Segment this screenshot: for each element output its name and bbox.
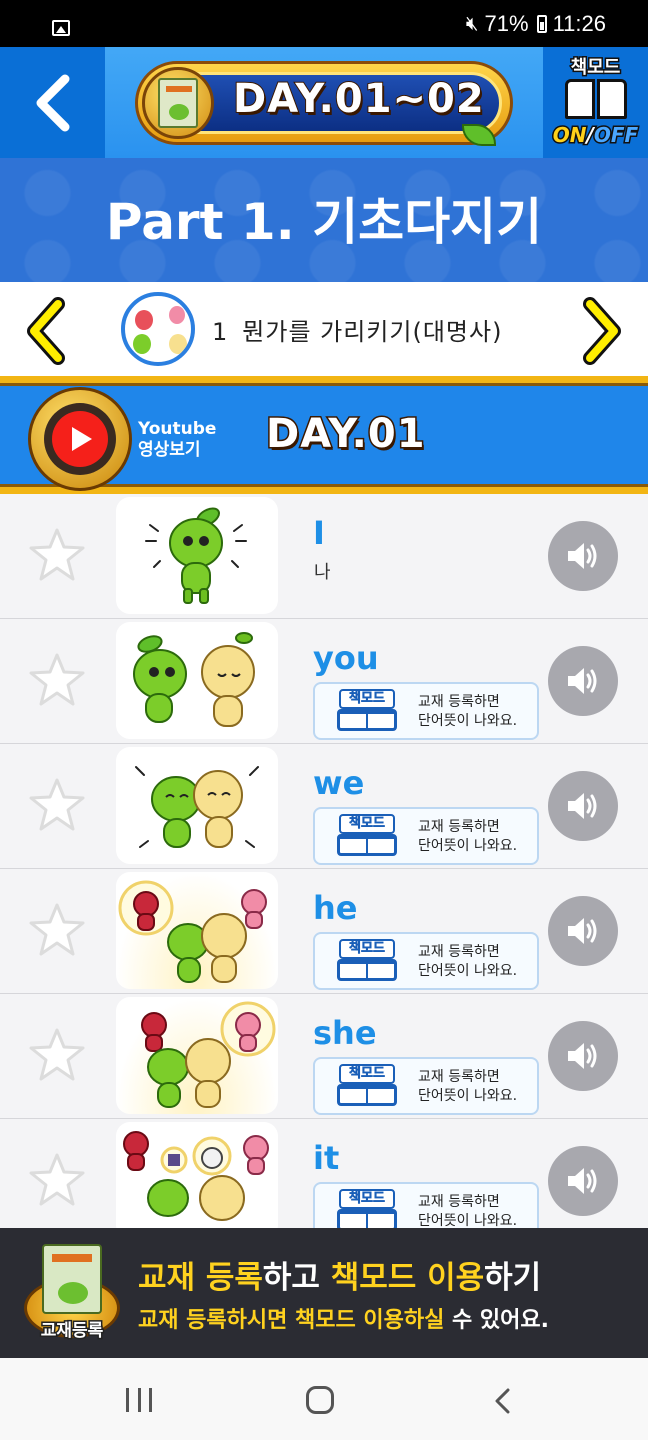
play-audio-button[interactable] — [548, 1021, 618, 1091]
book-registration-icon-label: 교재등록 — [39, 1320, 105, 1343]
word-illustration — [116, 997, 278, 1114]
book-cover-icon — [142, 67, 214, 139]
status-right: 🔇︎ 71% 11:26 — [465, 11, 606, 36]
bookmode-book-icon: 책모드 — [333, 1189, 401, 1228]
word-text: she — [313, 1014, 377, 1052]
speaker-icon — [568, 1043, 597, 1069]
speaker-icon — [568, 918, 597, 944]
next-lesson-button[interactable] — [578, 296, 626, 366]
app-header: DAY.01~02 책모드 ON/OFF — [0, 47, 648, 158]
word-illustration — [116, 872, 278, 989]
favorite-star-icon[interactable] — [28, 1152, 86, 1208]
bookmode-label: 책모드 — [569, 56, 622, 80]
system-nav-bar — [0, 1358, 648, 1440]
play-audio-button[interactable] — [548, 771, 618, 841]
status-bar: 🔇︎ 71% 11:26 — [0, 0, 648, 47]
youtube-button[interactable] — [28, 387, 132, 491]
mute-icon: 🔇︎ — [465, 12, 479, 35]
banner-pill: DAY.01~02 — [135, 61, 513, 146]
play-audio-button[interactable] — [548, 521, 618, 591]
word-text: it — [313, 1139, 340, 1177]
bookmode-lock-notice[interactable]: 책모드 교재 등록하면 단어뜻이 나와요. — [313, 807, 539, 865]
speaker-icon — [568, 668, 597, 694]
word-row: we 책모드 교재 등록하면 단어뜻이 나와요. — [0, 744, 648, 869]
lesson-navigator: 1 뭔가를 가리키기(대명사) — [0, 282, 648, 376]
sprout-characters-image — [141, 1001, 276, 1108]
book-registration-icon: 교재등록 — [24, 1244, 120, 1344]
bookmode-lock-notice[interactable]: 책모드 교재 등록하면 단어뜻이 나와요. — [313, 932, 539, 990]
play-audio-button[interactable] — [548, 896, 618, 966]
day-bar: Youtube 영상보기 DAY.01 — [0, 376, 648, 494]
previous-lesson-button[interactable] — [22, 296, 70, 366]
favorite-star-icon[interactable] — [28, 902, 86, 958]
lesson-title: 1 뭔가를 가리키기(대명사) — [212, 318, 503, 346]
clock: 11:26 — [552, 11, 606, 36]
back-button[interactable] — [0, 47, 105, 158]
word-illustration — [116, 497, 278, 614]
sprout-characters-image — [135, 766, 259, 848]
play-audio-button[interactable] — [548, 1146, 618, 1216]
favorite-star-icon[interactable] — [28, 1027, 86, 1083]
sprout-characters-image — [118, 880, 267, 983]
youtube-label[interactable]: Youtube 영상보기 — [138, 419, 216, 461]
favorite-star-icon[interactable] — [28, 777, 86, 833]
sprout-characters-image — [133, 632, 255, 727]
bookmode-book-icon: 책모드 — [333, 1064, 401, 1108]
speaker-icon — [568, 543, 597, 569]
word-row: she 책모드 교재 등록하면 단어뜻이 나와요. — [0, 994, 648, 1119]
word-text: we — [313, 764, 365, 802]
favorite-star-icon[interactable] — [28, 527, 86, 583]
battery-percent: 71% — [484, 11, 529, 36]
day-range-title: DAY.01~02 — [232, 75, 485, 123]
youtube-play-icon — [52, 411, 108, 467]
word-list: I 나 you 책모드 교재 등록하면 단어뜻이 나와요. we 책모드 교재 … — [0, 494, 648, 1228]
bookmode-book-icon: 책모드 — [333, 814, 401, 858]
promo-subtitle: 교재 등록하시면 책모드 이용하실 수 있어요. — [138, 1308, 549, 1333]
speaker-icon — [568, 793, 597, 819]
bookmode-book-icon: 책모드 — [333, 939, 401, 983]
speaker-icon — [568, 1168, 597, 1194]
gallery-icon — [52, 20, 70, 36]
system-back-button[interactable] — [492, 1388, 516, 1414]
bookmode-on-off: ON/OFF — [551, 122, 639, 149]
day-title: DAY.01 — [265, 410, 427, 459]
book-registration-banner[interactable]: 교재등록 교재 등록하고 책모드 이용하기 교재 등록하시면 책모드 이용하실 … — [0, 1228, 648, 1358]
word-text: you — [313, 639, 379, 677]
word-text: he — [313, 889, 358, 927]
home-button[interactable] — [306, 1386, 334, 1414]
sprout-characters-image — [123, 1131, 269, 1221]
sprout-character-image — [145, 507, 247, 604]
word-illustration — [116, 1122, 278, 1228]
word-illustration — [116, 622, 278, 739]
lesson-icon — [121, 292, 195, 366]
part-title-section: Part 1. 기초다지기 — [0, 158, 648, 282]
favorite-star-icon[interactable] — [28, 652, 86, 708]
battery-icon — [536, 15, 547, 33]
leaf-icon — [462, 124, 496, 146]
day-range-banner: DAY.01~02 — [105, 47, 543, 158]
word-row: you 책모드 교재 등록하면 단어뜻이 나와요. — [0, 619, 648, 744]
part-title: Part 1. 기초다지기 — [105, 193, 543, 251]
word-illustration — [116, 747, 278, 864]
bookmode-lock-notice[interactable]: 책모드 교재 등록하면 단어뜻이 나와요. — [313, 1057, 539, 1115]
recent-apps-button[interactable] — [126, 1388, 152, 1412]
bookmode-book-icon: 책모드 — [333, 689, 401, 733]
word-row: I 나 — [0, 494, 648, 619]
promo-title: 교재 등록하고 책모드 이용하기 — [138, 1260, 542, 1296]
word-meaning: 나 — [314, 562, 331, 583]
chevron-left-icon — [36, 74, 69, 131]
word-row: it 책모드 교재 등록하면 단어뜻이 나와요. — [0, 1119, 648, 1228]
word-text: I — [313, 514, 325, 552]
bookmode-lock-notice[interactable]: 책모드 교재 등록하면 단어뜻이 나와요. — [313, 682, 539, 740]
play-audio-button[interactable] — [548, 646, 618, 716]
open-book-icon — [565, 79, 627, 121]
word-row: he 책모드 교재 등록하면 단어뜻이 나와요. — [0, 869, 648, 994]
bookmode-lock-notice[interactable]: 책모드 교재 등록하면 단어뜻이 나와요. — [313, 1182, 539, 1228]
bookmode-toggle-button[interactable]: 책모드 ON/OFF — [543, 47, 648, 158]
